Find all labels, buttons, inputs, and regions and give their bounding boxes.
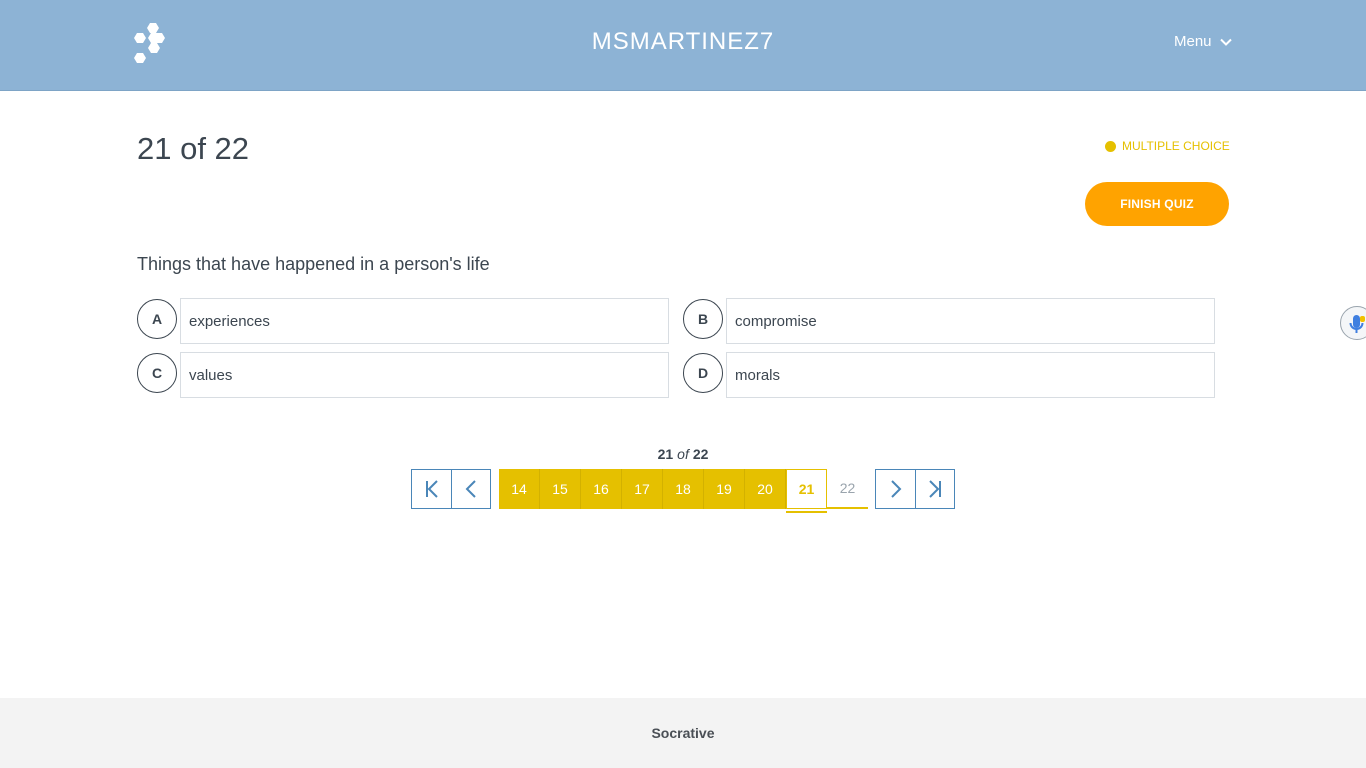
page-button-16[interactable]: 16 [581,469,622,509]
answer-letter[interactable]: D [683,353,723,393]
question-type-label: MULTIPLE CHOICE [1122,139,1230,153]
pagination-of: of [677,446,689,462]
answer-option-b[interactable]: B compromise [683,298,1215,344]
page-list: 14 15 16 17 18 19 20 21 22 [499,469,868,513]
page-button-22[interactable]: 22 [827,469,868,509]
page-button-19[interactable]: 19 [704,469,745,509]
question-counter: 21 of 22 [137,131,250,166]
answer-text[interactable]: values [180,352,669,398]
status-dot-icon [1105,140,1116,152]
microphone-icon[interactable] [1340,306,1366,340]
last-page-icon[interactable] [915,470,954,508]
answer-text[interactable]: morals [726,352,1215,398]
page-button-20[interactable]: 20 [745,469,786,509]
next-page-icon[interactable] [876,470,915,508]
page-button-21-current[interactable]: 21 [786,469,827,513]
pagination-current: 21 [657,446,674,462]
page-button-15[interactable]: 15 [540,469,581,509]
menu-label: Menu [1174,33,1212,50]
chevron-down-icon [1219,38,1232,46]
answer-option-d[interactable]: D morals [683,352,1215,398]
question-type-badge: MULTIPLE CHOICE [1105,139,1230,153]
answer-letter[interactable]: C [137,353,177,393]
page-button-18[interactable]: 18 [663,469,704,509]
pagination-forward-group [875,469,955,509]
answer-text[interactable]: compromise [726,298,1215,344]
answer-letter[interactable]: B [683,299,723,339]
room-name: MSMARTINEZ7 [591,28,775,55]
pagination-label: 21 of 22 [0,446,1366,462]
answer-option-c[interactable]: C values [137,352,669,398]
answer-letter[interactable]: A [137,299,177,339]
menu-button[interactable]: Menu [1174,33,1232,50]
page-button-14[interactable]: 14 [499,469,540,509]
footer-brand: Socrative [651,725,715,741]
finish-quiz-button[interactable]: FINISH QUIZ [1085,182,1229,226]
top-bar: MSMARTINEZ7 Menu [0,0,1366,91]
answer-text[interactable]: experiences [180,298,669,344]
pagination-total: 22 [692,446,709,462]
footer: Socrative [0,698,1366,768]
answer-option-a[interactable]: A experiences [137,298,669,344]
previous-page-icon[interactable] [451,470,490,508]
page-button-17[interactable]: 17 [622,469,663,509]
first-page-icon[interactable] [412,470,451,508]
question-text: Things that have happened in a person's … [137,254,490,274]
pagination-back-group [411,469,491,509]
